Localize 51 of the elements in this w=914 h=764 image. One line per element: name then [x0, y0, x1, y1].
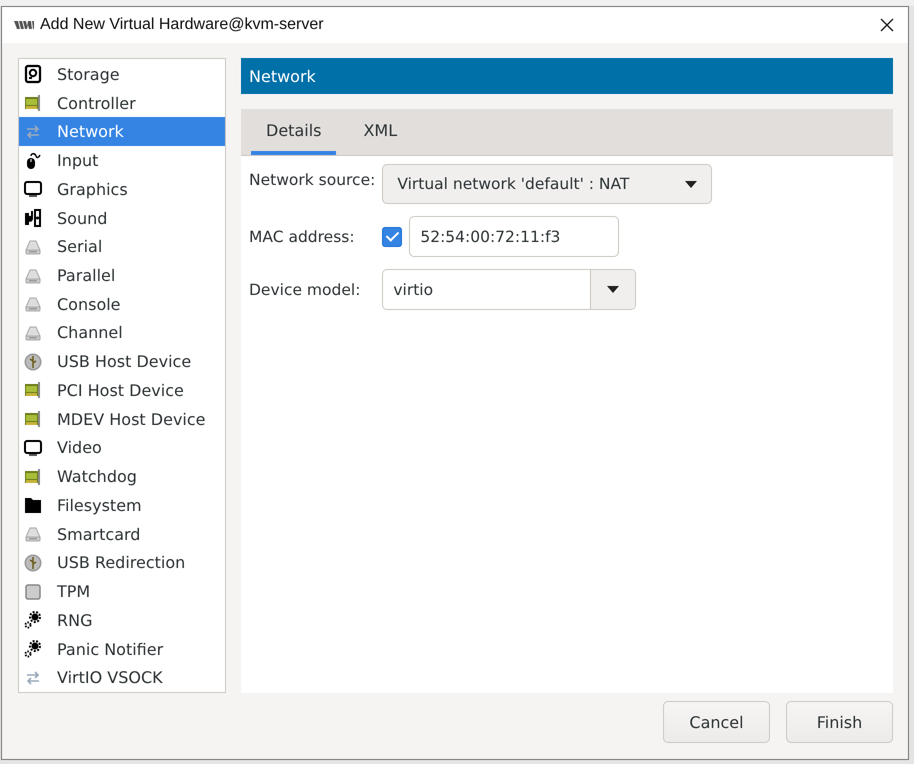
tab[interactable]: XML: [348, 109, 412, 155]
device-model-combo[interactable]: virtio: [382, 269, 636, 310]
expansion-card-icon: [23, 380, 43, 400]
hardware-item[interactable]: Serial: [19, 232, 225, 262]
dialog-button[interactable]: Finish: [786, 701, 893, 743]
hardware-item[interactable]: RNG: [19, 606, 225, 635]
window-title: Add New Virtual Hardware@kvm-server: [40, 16, 325, 34]
expansion-card-icon: [23, 409, 43, 430]
hardware-item[interactable]: USB Redirection: [19, 548, 225, 578]
hardware-item[interactable]: Panic Notifier: [19, 634, 225, 664]
hardware-item[interactable]: Parallel: [19, 261, 225, 290]
caret-icon: [685, 180, 698, 188]
hardware-item[interactable]: PCI Host Device: [19, 376, 225, 405]
hardware-item[interactable]: Storage: [19, 60, 225, 89]
caret-icon: [607, 286, 620, 293]
usb-icon: [23, 352, 43, 372]
hardware-item[interactable]: MDEV Host Device: [19, 404, 225, 434]
app-logo-icon: [14, 20, 34, 30]
section-header: Network: [241, 58, 893, 94]
usb-icon: [23, 552, 43, 573]
mac-address-field[interactable]: 52:54:00:72:11:f3: [409, 216, 620, 257]
network-source-dropdown[interactable]: Virtual network 'default' : NAT: [382, 164, 712, 204]
mac-checkbox[interactable]: [382, 226, 402, 246]
hardware-item[interactable]: VirtIO VSOCK: [19, 663, 225, 692]
hardware-item[interactable]: Network: [19, 117, 225, 146]
expansion-card-icon: [23, 466, 43, 487]
hardware-item[interactable]: Controller: [19, 88, 225, 118]
dialog-button[interactable]: Cancel: [663, 701, 770, 743]
hardware-item[interactable]: Sound: [19, 204, 225, 232]
field-label: MAC address:: [249, 228, 356, 246]
chip-icon: [23, 582, 43, 602]
expansion-card-icon: [23, 93, 43, 114]
gears-icon: [23, 639, 43, 660]
hardware-item[interactable]: Console: [19, 290, 225, 319]
hardware-item[interactable]: Smartcard: [19, 520, 225, 548]
gears-icon: [23, 610, 43, 630]
speaker-icon: [23, 208, 43, 228]
hardware-item[interactable]: USB Host Device: [19, 347, 225, 376]
hardware-item[interactable]: Channel: [19, 318, 225, 348]
folder-icon: [23, 495, 43, 516]
close-icon[interactable]: [880, 18, 894, 32]
field-label: Network source:: [249, 171, 376, 189]
hardware-item[interactable]: TPM: [19, 577, 225, 606]
hardware-item[interactable]: Video: [19, 434, 225, 462]
monitor-icon: [23, 438, 43, 458]
hardware-item[interactable]: Graphics: [19, 174, 225, 204]
field-label: Device model:: [249, 280, 362, 298]
monitor-icon: [23, 179, 43, 200]
hardware-item[interactable]: Watchdog: [19, 462, 225, 492]
hardware-item[interactable]: Filesystem: [19, 491, 225, 520]
hardware-item[interactable]: Input: [19, 146, 225, 175]
